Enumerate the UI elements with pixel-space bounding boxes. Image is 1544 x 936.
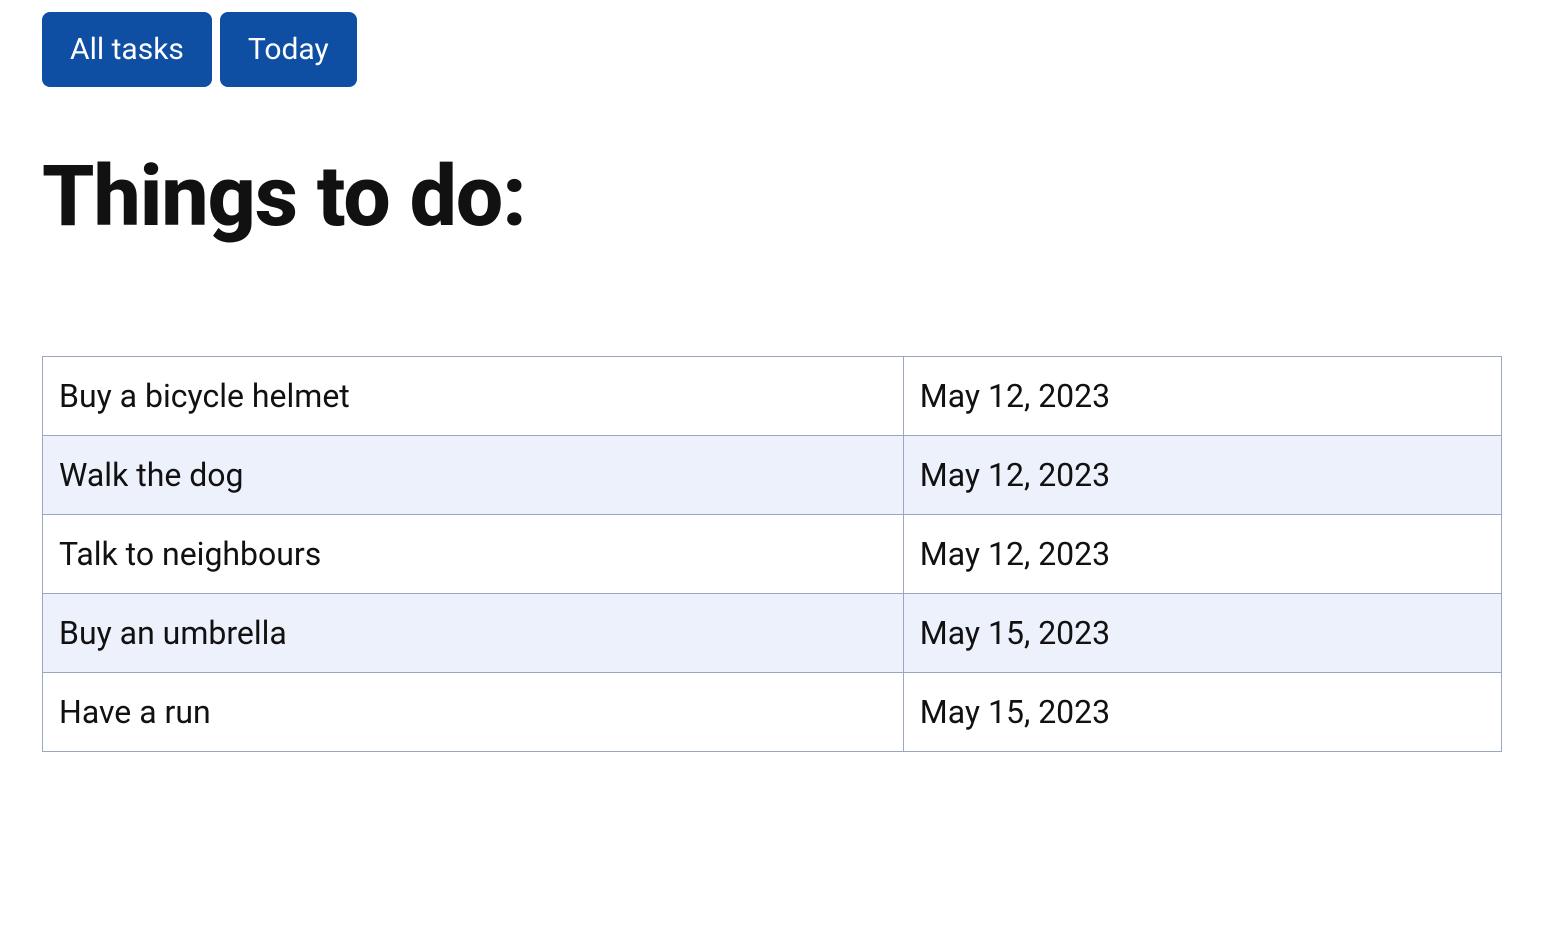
- table-row: Walk the dog May 12, 2023: [43, 436, 1502, 515]
- task-date-cell: May 15, 2023: [903, 673, 1501, 752]
- today-button[interactable]: Today: [220, 12, 357, 87]
- filter-button-row: All tasks Today: [42, 12, 1502, 87]
- task-title-cell: Walk the dog: [43, 436, 904, 515]
- task-title-cell: Have a run: [43, 673, 904, 752]
- task-date-cell: May 12, 2023: [903, 515, 1501, 594]
- tasks-table: Buy a bicycle helmet May 12, 2023 Walk t…: [42, 356, 1502, 752]
- task-title-cell: Buy an umbrella: [43, 594, 904, 673]
- task-date-cell: May 12, 2023: [903, 357, 1501, 436]
- task-title-cell: Buy a bicycle helmet: [43, 357, 904, 436]
- page-title: Things to do:: [42, 147, 1502, 246]
- table-row: Have a run May 15, 2023: [43, 673, 1502, 752]
- all-tasks-button[interactable]: All tasks: [42, 12, 212, 87]
- task-date-cell: May 15, 2023: [903, 594, 1501, 673]
- table-row: Buy a bicycle helmet May 12, 2023: [43, 357, 1502, 436]
- task-title-cell: Talk to neighbours: [43, 515, 904, 594]
- task-date-cell: May 12, 2023: [903, 436, 1501, 515]
- table-row: Buy an umbrella May 15, 2023: [43, 594, 1502, 673]
- table-row: Talk to neighbours May 12, 2023: [43, 515, 1502, 594]
